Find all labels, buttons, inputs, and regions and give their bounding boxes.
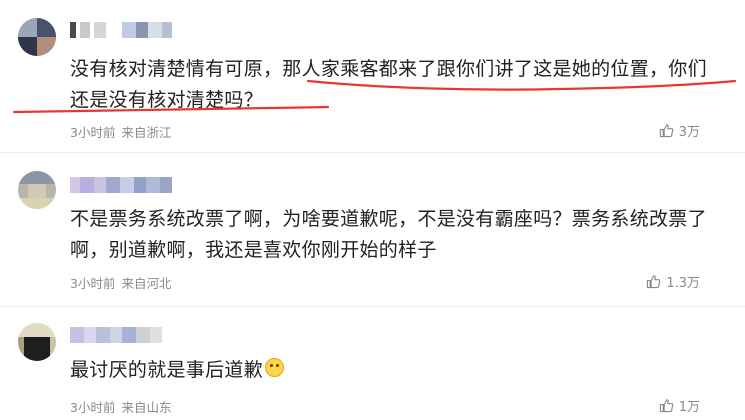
- comment-location: 来自浙江: [121, 125, 172, 140]
- comment-location: 来自河北: [121, 276, 172, 291]
- comment-text-line: 不是票务系统改票了啊，为啥要道歉呢，不是没有霸座吗？票务系统改票了: [70, 208, 707, 230]
- comment-item: 没有核对清楚情有可原，那人家乘客都来了跟你们讲了这是她的位置，你们 还是没有核对…: [0, 0, 745, 150]
- comment-time: 3小时前: [70, 276, 116, 291]
- thumbs-up-icon: [647, 275, 661, 289]
- avatar[interactable]: [18, 323, 56, 361]
- blurred-username[interactable]: [70, 177, 180, 193]
- comment-text-line: 啊，别道歉啊，我还是喜欢你刚开始的样子: [70, 239, 437, 261]
- thumbs-up-icon: [659, 399, 674, 413]
- comment-meta: 3小时前 来自山东: [70, 397, 171, 416]
- blurred-username[interactable]: [70, 327, 170, 343]
- like-button[interactable]: 1万: [659, 396, 700, 415]
- thumbs-up-icon: [659, 124, 674, 138]
- comment-meta: 3小时前 来自河北: [70, 273, 171, 292]
- like-button[interactable]: 3万: [659, 121, 700, 140]
- like-count: 1.3万: [666, 276, 700, 291]
- comment-text-line: 最讨厌的就是事后道歉: [70, 355, 732, 386]
- like-count: 1万: [678, 400, 700, 415]
- comment-meta: 3小时前 来自浙江: [70, 122, 171, 141]
- avatar[interactable]: [18, 18, 56, 56]
- comment-text: 没有核对清楚情有可原，那人家乘客都来了跟你们讲了这是她的位置，你们 还是没有核对…: [70, 54, 732, 116]
- comment-item: 最讨厌的就是事后道歉 3小时前 来自山东 1万: [0, 307, 745, 420]
- comment-text: 最讨厌的就是事后道歉: [70, 355, 732, 386]
- blurred-username[interactable]: [70, 22, 190, 38]
- like-count: 3万: [678, 125, 700, 140]
- comment-item: 不是票务系统改票了啊，为啥要道歉呢，不是没有霸座吗？票务系统改票了 啊，别道歉啊…: [0, 153, 745, 305]
- comment-time: 3小时前: [70, 400, 116, 415]
- comment-location: 来自山东: [121, 400, 172, 415]
- comment-text-line: 没有核对清楚情有可原，那人家乘客都来了跟你们讲了这是她的位置，你们: [70, 58, 707, 80]
- comment-text: 不是票务系统改票了啊，为啥要道歉呢，不是没有霸座吗？票务系统改票了 啊，别道歉啊…: [70, 204, 732, 266]
- like-button[interactable]: 1.3万: [646, 272, 700, 291]
- smiling-emoji-icon: [265, 358, 285, 377]
- avatar[interactable]: [18, 171, 56, 209]
- comment-time: 3小时前: [70, 125, 116, 140]
- comment-text-line: 还是没有核对清楚吗？: [70, 89, 264, 111]
